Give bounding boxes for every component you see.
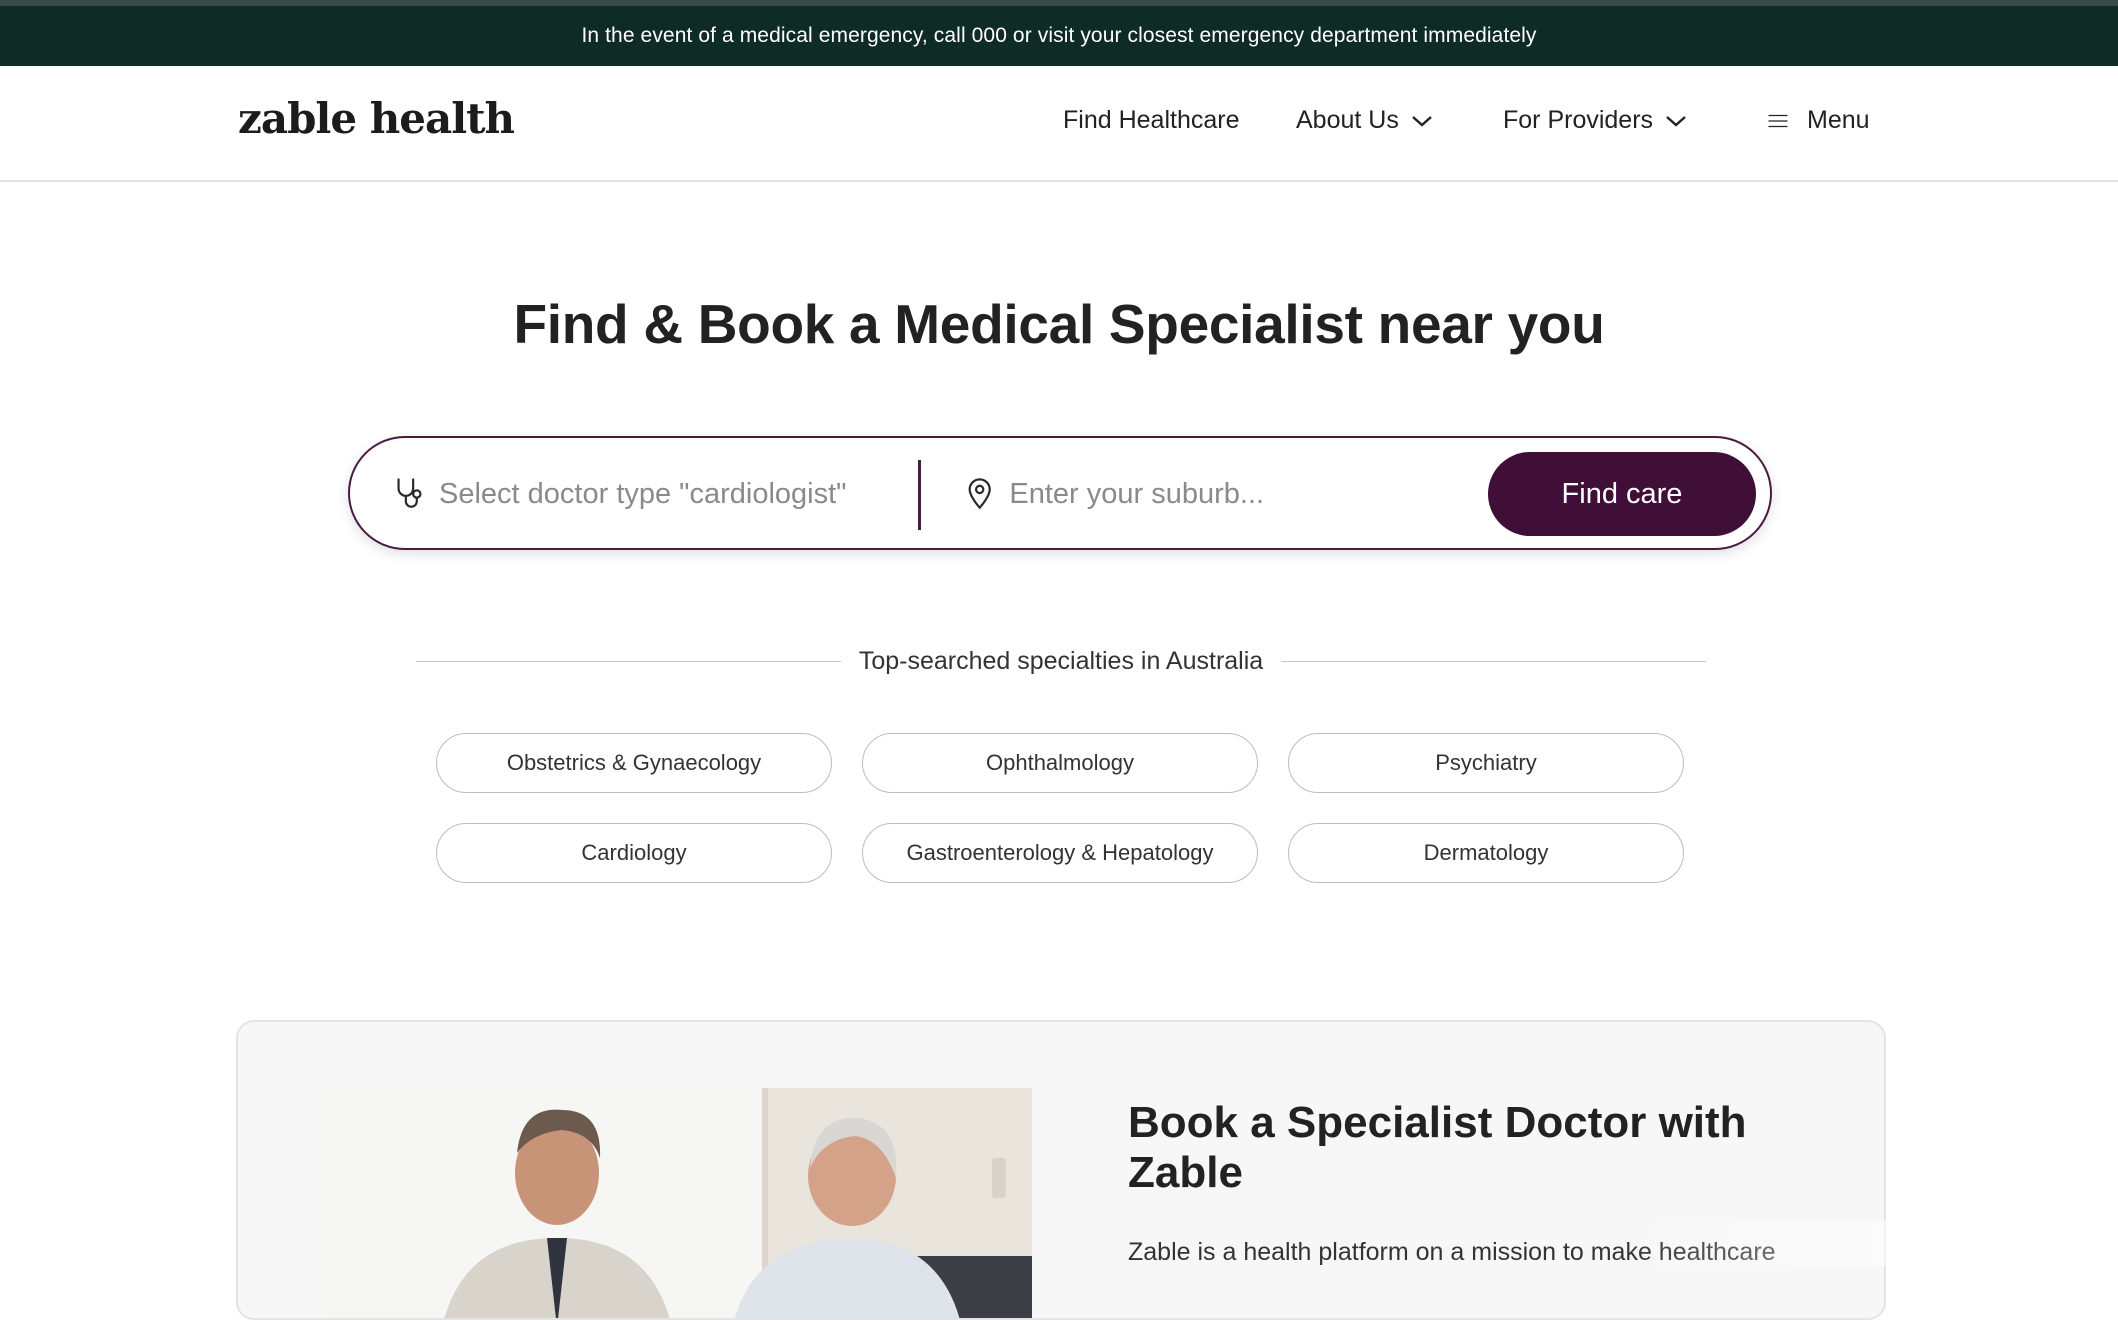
- nav-for-providers-label: For Providers: [1503, 106, 1654, 134]
- search-divider: [918, 460, 921, 530]
- menu-label: Menu: [1807, 106, 1870, 134]
- doctor-consultation-photo: [322, 1088, 1032, 1318]
- doctor-type-field[interactable]: [394, 456, 904, 532]
- divider-right: [1281, 660, 1707, 662]
- hamburger-icon: [1768, 114, 1788, 127]
- specialty-chip-cardiology[interactable]: Cardiology: [436, 823, 832, 883]
- menu-button[interactable]: Menu: [1767, 106, 1870, 135]
- search-bar: Find care: [348, 436, 1772, 550]
- chevron-down-icon: [1412, 115, 1432, 127]
- nav-for-providers[interactable]: For Providers: [1503, 106, 1687, 135]
- logo[interactable]: zable health: [238, 94, 515, 143]
- specialties-heading-text: Top-searched specialties in Australia: [858, 646, 1264, 675]
- location-pin-icon: [968, 478, 991, 510]
- specialties-heading: Top-searched specialties in Australia: [416, 644, 1707, 678]
- nav-find-healthcare[interactable]: Find Healthcare: [1063, 106, 1239, 135]
- doctor-type-input[interactable]: [439, 477, 904, 511]
- emergency-banner: In the event of a medical emergency, cal…: [0, 6, 2118, 66]
- page-title: Find & Book a Medical Specialist near yo…: [513, 293, 1605, 355]
- divider-left: [416, 660, 841, 662]
- suburb-input[interactable]: [1009, 477, 1466, 511]
- scroll-fade: [1618, 1220, 2118, 1266]
- specialty-chip-dermatology[interactable]: Dermatology: [1288, 823, 1684, 883]
- find-care-button[interactable]: Find care: [1488, 452, 1756, 536]
- nav-about-us[interactable]: About Us: [1296, 106, 1433, 135]
- nav-find-healthcare-label: Find Healthcare: [1063, 106, 1240, 134]
- specialty-chip-gastroenterology[interactable]: Gastroenterology & Hepatology: [862, 823, 1258, 883]
- emergency-banner-text: In the event of a medical emergency, cal…: [581, 24, 1537, 47]
- feature-title: Book a Specialist Doctor with Zable: [1128, 1098, 1747, 1197]
- feature-card: Book a Specialist Doctor with Zable Zabl…: [236, 1020, 1886, 1320]
- site-header: zable health Find Healthcare About Us Fo…: [0, 66, 2118, 182]
- stethoscope-icon: [397, 478, 422, 508]
- suburb-field[interactable]: [966, 456, 1466, 532]
- chevron-down-icon: [1666, 115, 1686, 127]
- specialty-chip-psychiatry[interactable]: Psychiatry: [1288, 733, 1684, 793]
- nav-about-us-label: About Us: [1296, 106, 1399, 134]
- specialty-chip-obstetrics[interactable]: Obstetrics & Gynaecology: [436, 733, 832, 793]
- specialty-chip-ophthalmology[interactable]: Ophthalmology: [862, 733, 1258, 793]
